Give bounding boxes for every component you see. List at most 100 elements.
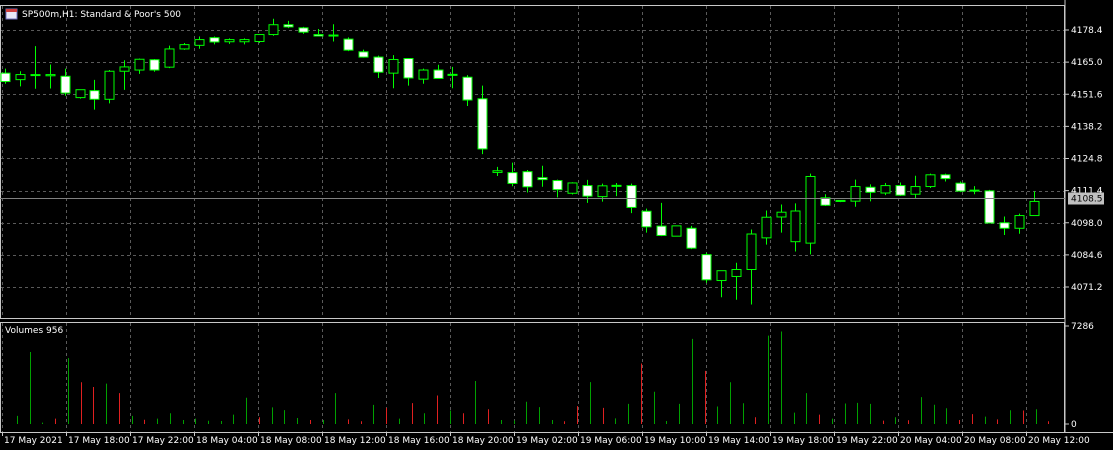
price-tick-label: 4124.8: [1071, 155, 1103, 165]
candle-bullish: [119, 66, 130, 72]
candle-bullish: [134, 58, 145, 71]
candle-bearish: [865, 186, 876, 193]
time-tick-label: 20 May 08:00: [964, 436, 1026, 446]
candle-bullish: [835, 199, 846, 202]
candle-bearish: [209, 37, 220, 43]
candle-bearish: [283, 24, 294, 28]
price-tick-label: 4165.0: [1071, 58, 1103, 68]
time-tick-label: 18 May 20:00: [452, 436, 514, 446]
price-tick-label: 4138.2: [1071, 122, 1103, 132]
candle-bullish: [790, 210, 801, 243]
candle-bearish: [477, 98, 488, 150]
candle-bullish: [880, 185, 891, 194]
time-tick-label: 18 May 08:00: [260, 436, 322, 446]
chart-title: SP500m,H1: Standard & Poor's 500: [5, 8, 181, 20]
candle-bullish: [254, 34, 265, 43]
candle-bearish: [537, 177, 548, 181]
candle-bearish: [298, 27, 309, 33]
candle-bearish: [611, 184, 622, 187]
candle-bearish: [89, 90, 100, 100]
time-tick-label: 19 May 22:00: [836, 436, 898, 446]
candle-bullish: [194, 39, 205, 46]
candle-bullish: [268, 24, 279, 36]
time-tick-label: 19 May 18:00: [772, 436, 834, 446]
price-tick-label: 4098.0: [1071, 219, 1103, 229]
time-tick-label: 20 May 04:00: [900, 436, 962, 446]
candle-bullish: [1029, 200, 1040, 217]
candle-bearish: [626, 185, 637, 208]
candle-bullish: [15, 74, 26, 81]
candle-bullish: [731, 268, 742, 277]
candle-bullish: [1014, 215, 1025, 229]
candle-bearish: [999, 222, 1010, 229]
candle-bullish: [567, 182, 578, 194]
symbol-icon-header: [6, 9, 17, 12]
candle-bearish: [149, 59, 160, 71]
candle-bearish: [60, 75, 71, 94]
candle-bearish: [582, 185, 593, 197]
time-tick-label: 18 May 12:00: [324, 436, 386, 446]
candle-bullish: [716, 270, 727, 282]
time-tick-label: 19 May 10:00: [644, 436, 706, 446]
time-tick-label: 18 May 16:00: [388, 436, 450, 446]
candle-bullish: [45, 74, 56, 77]
candle-bullish: [75, 89, 86, 99]
candle-bullish: [597, 185, 608, 198]
time-tick-label: 19 May 02:00: [516, 436, 578, 446]
price-tick-label: 4084.6: [1071, 251, 1103, 261]
candle-bearish: [701, 254, 712, 281]
candle-bearish: [969, 189, 980, 192]
trading-chart[interactable]: 4178.44165.04151.64138.24124.84111.44098…: [0, 0, 1113, 450]
candle-bearish: [313, 34, 324, 37]
candle-bearish: [403, 58, 414, 79]
candle-bearish: [552, 180, 563, 191]
candle-bullish: [179, 44, 190, 50]
candle-bearish: [656, 225, 667, 236]
time-tick-label: 20 May 12:00: [1028, 436, 1090, 446]
time-tick-label: 19 May 14:00: [708, 436, 770, 446]
candle-bearish: [955, 182, 966, 192]
candle-bearish: [641, 210, 652, 228]
volume-panel-title: Volumes 956: [5, 326, 63, 336]
volume-tick-label: 0: [1071, 420, 1077, 430]
candle-bearish: [686, 227, 697, 249]
candle-bullish: [239, 39, 250, 43]
candle-bearish: [433, 69, 444, 79]
time-tick-label: 19 May 06:00: [580, 436, 642, 446]
candle-bullish: [447, 73, 458, 76]
time-tick-label: 18 May 04:00: [196, 436, 258, 446]
candle-bearish: [462, 76, 473, 101]
grid: [1, 6, 1064, 432]
candle-bearish: [343, 38, 354, 51]
candle-bearish: [895, 185, 906, 196]
candle-bearish: [940, 174, 951, 180]
price-tick-label: 4071.2: [1071, 283, 1103, 293]
candle-bullish: [805, 175, 816, 244]
candle-bullish: [746, 233, 757, 270]
candle-bearish: [984, 190, 995, 224]
candle-bearish: [522, 171, 533, 188]
candle-bearish: [373, 56, 384, 73]
volume-bars: [17, 331, 1049, 424]
volume-tick-label: 7286: [1071, 322, 1094, 332]
candle-bullish: [164, 48, 175, 68]
candle-bullish: [910, 186, 921, 195]
volume-panel-frame: [0, 322, 1065, 433]
candles: [0, 18, 1040, 305]
volume-axis: 7286 0: [1065, 322, 1094, 430]
candle-bullish: [761, 216, 772, 239]
symbol-title: SP500m,H1: Standard & Poor's 500: [22, 10, 181, 20]
candle-bearish: [0, 72, 11, 83]
candle-bullish: [224, 39, 235, 43]
candle-bullish: [925, 174, 936, 188]
time-axis: 17 May 2021 17 May 18:00 17 May 22:00 18 Ma…: [2, 432, 1090, 446]
candle-bullish: [388, 58, 399, 74]
candle-bullish: [418, 69, 429, 80]
price-tick-label: 4178.4: [1071, 26, 1103, 36]
candle-bullish: [104, 70, 115, 100]
time-tick-label: 17 May 22:00: [132, 436, 194, 446]
time-tick-label: 17 May 2021: [4, 436, 63, 446]
candle-bullish: [776, 211, 787, 218]
candle-bullish: [671, 225, 682, 237]
candle-bullish: [328, 34, 339, 37]
